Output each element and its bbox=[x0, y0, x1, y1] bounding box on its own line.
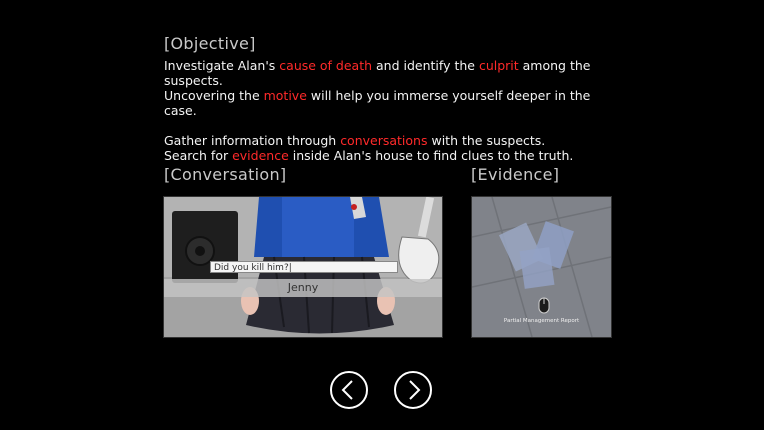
prev-button[interactable] bbox=[330, 371, 368, 409]
objective-line-3: Uncovering the motive will help you imme… bbox=[164, 88, 591, 118]
evidence-item-label: Partial Management Report bbox=[503, 318, 580, 324]
keyword-conversations: conversations bbox=[340, 133, 428, 148]
evidence-scene bbox=[472, 197, 611, 337]
dialogue-input[interactable]: Did you kill him?| bbox=[210, 261, 398, 273]
evidence-heading: [Evidence] bbox=[471, 165, 560, 184]
keyword-culprit: culprit bbox=[478, 58, 519, 73]
keyword-cause-of-death: cause of death bbox=[279, 58, 373, 73]
chevron-left-icon bbox=[341, 380, 353, 400]
keyword-motive: motive bbox=[263, 88, 307, 103]
evidence-preview: Partial Management Report bbox=[471, 196, 612, 338]
conversation-preview: Did you kill him?| Jenny bbox=[163, 196, 443, 338]
objective-heading: [Objective] bbox=[164, 34, 256, 53]
next-button[interactable] bbox=[394, 371, 432, 409]
keyword-evidence: evidence bbox=[232, 148, 289, 163]
conversation-heading: [Conversation] bbox=[164, 165, 287, 184]
objective-line-5: Search for evidence inside Alan's house … bbox=[164, 148, 574, 163]
objective-line-4: Gather information through conversations… bbox=[164, 133, 546, 148]
objective-text: Investigate Alan's cause of death and id… bbox=[164, 58, 594, 163]
chevron-right-icon bbox=[409, 380, 421, 400]
speaker-name-label: Jenny bbox=[287, 281, 319, 294]
mouse-icon bbox=[538, 297, 550, 314]
objective-line-2: suspects. bbox=[164, 73, 223, 88]
objective-line-1: Investigate Alan's cause of death and id… bbox=[164, 58, 591, 73]
